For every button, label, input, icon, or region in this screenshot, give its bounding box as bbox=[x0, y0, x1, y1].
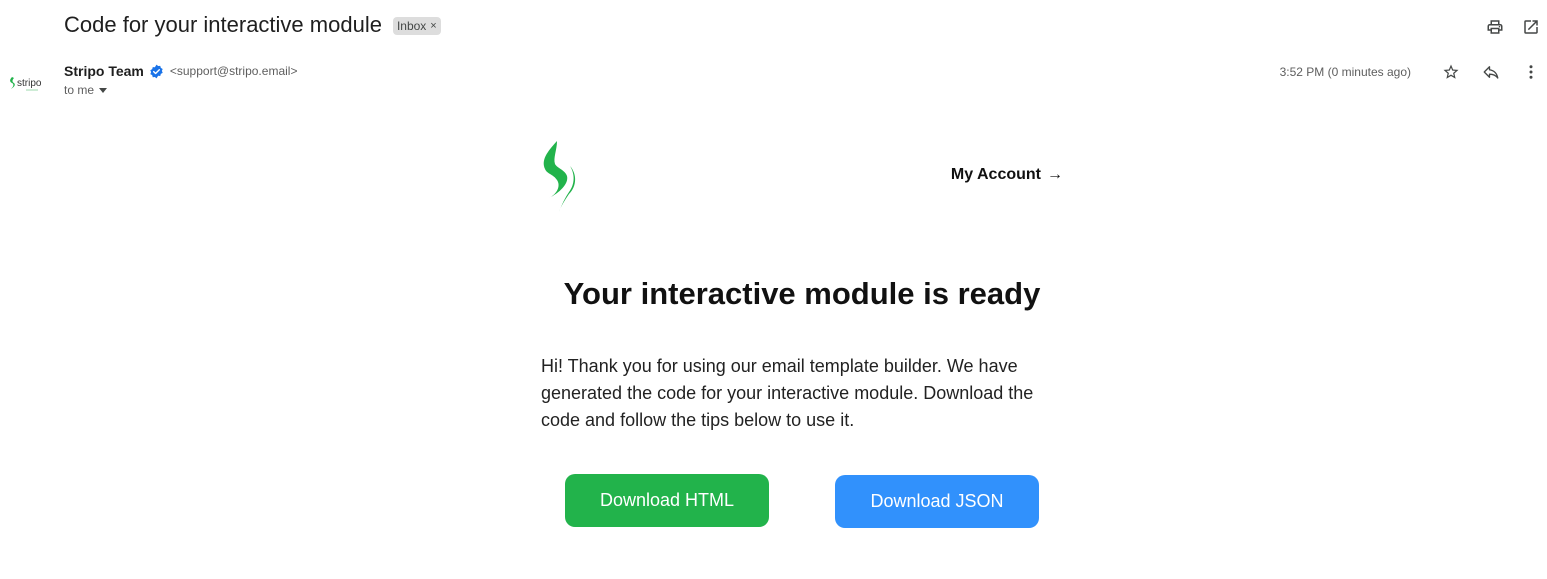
email-body-text: Hi! Thank you for using our email templa… bbox=[541, 356, 1034, 430]
reply-icon[interactable] bbox=[1481, 62, 1501, 82]
verified-badge-icon bbox=[150, 64, 163, 78]
email-view: Code for your interactive module Inbox ×… bbox=[0, 0, 1547, 579]
open-in-new-window-icon[interactable] bbox=[1521, 17, 1541, 37]
recipient-text: to me bbox=[64, 83, 95, 97]
message-actions: 3:52 PM (0 minutes ago) bbox=[1280, 62, 1541, 82]
sender-info: Stripo Team <support@stripo.email> to me bbox=[64, 63, 297, 97]
inbox-label[interactable]: Inbox × bbox=[392, 17, 441, 35]
message-timestamp: 3:52 PM (0 minutes ago) bbox=[1279, 65, 1411, 79]
more-vertical-icon[interactable] bbox=[1521, 62, 1541, 82]
sender-name[interactable]: Stripo Team bbox=[64, 63, 144, 79]
my-account-label: My Account bbox=[950, 166, 1041, 183]
download-html-label: Download HTML bbox=[599, 490, 735, 510]
print-icon[interactable] bbox=[1485, 17, 1505, 37]
avatar-wordmark: stripo bbox=[17, 78, 42, 89]
email-subject-row: Code for your interactive module Inbox × bbox=[64, 12, 441, 38]
download-json-button[interactable]: Download JSON bbox=[835, 475, 1039, 528]
inbox-label-text: Inbox bbox=[396, 19, 427, 33]
sender-email: <support@stripo.email> bbox=[169, 64, 298, 78]
my-account-link[interactable]: My Account → bbox=[951, 166, 1063, 184]
remove-label-icon[interactable]: × bbox=[430, 20, 436, 32]
email-headline: Your interactive module is ready bbox=[563, 276, 1041, 311]
star-icon[interactable] bbox=[1441, 62, 1461, 82]
email-subject: Code for your interactive module bbox=[64, 12, 382, 37]
chevron-down-icon bbox=[99, 87, 108, 93]
stripo-logo[interactable] bbox=[541, 138, 579, 214]
download-json-label: Download JSON bbox=[870, 491, 1004, 511]
arrow-right-icon: → bbox=[1047, 166, 1063, 183]
sender-avatar[interactable]: stripo bbox=[8, 72, 48, 96]
sender-line: Stripo Team <support@stripo.email> bbox=[64, 63, 297, 79]
download-html-button[interactable]: Download HTML bbox=[565, 474, 769, 527]
top-actions bbox=[1485, 17, 1541, 37]
recipient-details-toggle[interactable]: to me bbox=[64, 83, 297, 97]
